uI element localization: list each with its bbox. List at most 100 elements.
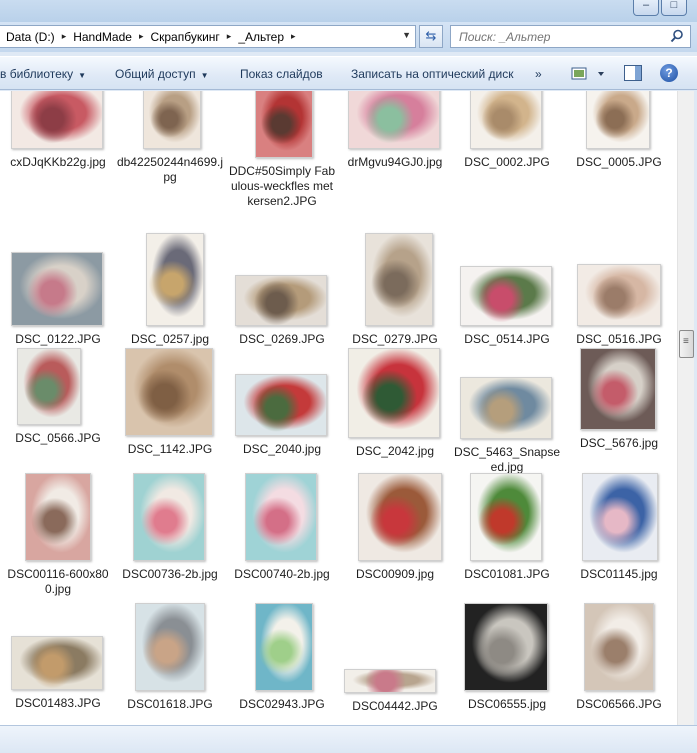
file-name: DSC_5463_Snapseed.jpg	[453, 445, 561, 474]
refresh-button[interactable]: ⇆	[419, 25, 443, 48]
file-name: DSC06555.jpg	[467, 697, 547, 711]
file-thumbnail[interactable]	[577, 264, 661, 326]
file-name: DSC02943.JPG	[239, 697, 325, 711]
address-row: Data (D:) ▸ HandMade ▸ Скрапбукинг ▸ _Ал…	[0, 22, 697, 52]
command-bar: в библиотеку ▼ Общий доступ ▼ Показ слайдо…	[0, 56, 697, 90]
file-thumbnail[interactable]	[344, 669, 436, 693]
file-name: cxDJqKKb22g.jpg	[10, 155, 106, 169]
file-thumbnail[interactable]	[348, 91, 440, 149]
file-thumbnail[interactable]	[235, 275, 327, 326]
file-name: DSC_1142.JPG	[127, 442, 213, 456]
file-name: DSC_2040.jpg	[242, 442, 322, 456]
file-thumbnail[interactable]	[11, 252, 103, 326]
file-thumbnail[interactable]	[125, 348, 213, 436]
vertical-scrollbar[interactable]	[677, 91, 694, 725]
title-bar: – □	[0, 0, 697, 22]
view-icon	[571, 67, 604, 80]
search-input[interactable]	[459, 29, 659, 44]
change-view-button[interactable]	[571, 64, 611, 84]
file-name: DSC_0269.JPG	[239, 332, 325, 346]
file-thumbnail[interactable]	[470, 91, 542, 149]
burn-to-disc-button[interactable]: Записать на оптический диск	[351, 67, 514, 81]
file-name: DSC00736-2b.jpg	[122, 567, 218, 581]
file-name: DSC01483.JPG	[15, 696, 101, 710]
file-thumbnail[interactable]	[255, 91, 313, 158]
file-name: DSC_0514.JPG	[464, 332, 550, 346]
file-name: DSC_5676.jpg	[579, 436, 659, 450]
file-name: DSC_0566.JPG	[15, 431, 101, 445]
file-thumbnail[interactable]	[146, 233, 204, 326]
maximize-button[interactable]: □	[661, 0, 687, 16]
window-controls: – □	[633, 0, 687, 16]
preview-pane-icon[interactable]	[624, 65, 642, 81]
breadcrumb-label: _Альтер	[238, 29, 285, 44]
file-name: DSC_2042.jpg	[355, 444, 435, 458]
add-to-library-label: в библиотеку	[0, 67, 74, 81]
file-name: db42250244n4699.jpg	[116, 155, 224, 184]
file-thumbnail[interactable]	[245, 473, 317, 561]
file-name: DDC#50Simply Fabulous-weckfles met kerse…	[228, 164, 336, 208]
breadcrumb-scrapbooking[interactable]: Скрапбукинг ▸	[150, 30, 238, 44]
chevron-down-icon: ▼	[200, 71, 209, 80]
file-thumbnail[interactable]	[348, 348, 440, 438]
file-name: DSC_0516.JPG	[576, 332, 662, 346]
file-name: DSC01081.JPG	[464, 567, 550, 581]
file-name: DSC06566.JPG	[576, 697, 662, 711]
file-name: DSC01618.JPG	[127, 697, 213, 711]
file-thumbnail[interactable]	[365, 233, 433, 326]
file-thumbnail[interactable]	[133, 473, 205, 561]
share-label: Общий доступ	[115, 67, 196, 81]
file-name: DSC00740-2b.jpg	[234, 567, 330, 581]
breadcrumb-drive[interactable]: Data (D:) ▸	[6, 30, 73, 44]
add-to-library-menu[interactable]: в библиотеку ▼	[0, 67, 86, 81]
breadcrumb-handmade[interactable]: HandMade ▸	[73, 30, 150, 44]
breadcrumb-arrow-icon[interactable]: ▸	[139, 31, 144, 42]
file-name: DSC_0122.JPG	[15, 332, 101, 346]
file-thumbnail[interactable]	[580, 348, 656, 430]
file-thumbnail[interactable]	[460, 266, 552, 326]
file-name: DSC01145.jpg	[580, 567, 658, 581]
file-thumbnail[interactable]	[235, 374, 327, 436]
breadcrumb-label: Data (D:)	[6, 29, 55, 44]
file-thumbnail[interactable]	[586, 91, 650, 149]
file-name: DSC_0257.jpg	[130, 332, 210, 346]
file-thumbnail[interactable]	[11, 91, 103, 149]
file-thumbnail[interactable]	[460, 377, 552, 439]
details-pane	[0, 725, 697, 753]
slideshow-button[interactable]: Показ слайдов	[240, 67, 323, 81]
file-thumbnail[interactable]	[135, 603, 205, 691]
scrollbar-thumb[interactable]	[679, 330, 694, 358]
file-thumbnail[interactable]	[582, 473, 658, 561]
breadcrumb-arrow-icon[interactable]: ▸	[227, 31, 232, 42]
file-name: drMgvu94GJ0.jpg	[347, 155, 443, 169]
file-thumbnail[interactable]	[255, 603, 313, 691]
file-name: DSC_0279.JPG	[352, 332, 438, 346]
file-thumbnail[interactable]	[11, 636, 103, 690]
breadcrumb-alter[interactable]: _Альтер ▸	[238, 30, 302, 44]
breadcrumb-arrow-icon[interactable]: ▸	[62, 31, 67, 42]
file-thumbnail[interactable]	[470, 473, 542, 561]
more-commands-button[interactable]: »	[535, 67, 542, 81]
file-name: DSC_0005.JPG	[576, 155, 662, 169]
file-thumbnail[interactable]	[464, 603, 548, 691]
breadcrumb-arrow-icon[interactable]: ▸	[291, 31, 296, 42]
file-name: DSC04442.JPG	[352, 699, 438, 713]
file-thumbnail[interactable]	[17, 348, 81, 425]
refresh-icon: ⇆	[425, 28, 437, 43]
breadcrumb-label: Скрапбукинг	[150, 29, 220, 44]
address-history-chevron-down-icon[interactable]: ▼	[402, 30, 411, 40]
search-box[interactable]	[450, 25, 691, 48]
file-thumbnail[interactable]	[358, 473, 442, 561]
file-thumbnail[interactable]	[143, 91, 201, 149]
search-icon[interactable]	[670, 29, 684, 43]
share-menu[interactable]: Общий доступ ▼	[115, 67, 209, 81]
file-name: DSC00909.jpg	[355, 567, 435, 581]
file-name: DSC00116-600x800.jpg	[7, 567, 109, 596]
minimize-button[interactable]: –	[633, 0, 659, 16]
address-bar[interactable]: Data (D:) ▸ HandMade ▸ Скрапбукинг ▸ _Ал…	[0, 25, 416, 48]
help-icon[interactable]: ?	[660, 64, 678, 82]
file-thumbnail[interactable]	[584, 603, 654, 691]
file-thumbnail[interactable]	[25, 473, 91, 561]
file-list[interactable]: cxDJqKKb22g.jpg db42250244n4699.jpg DDC#50…	[0, 91, 677, 725]
breadcrumb-label: HandMade	[73, 29, 132, 44]
